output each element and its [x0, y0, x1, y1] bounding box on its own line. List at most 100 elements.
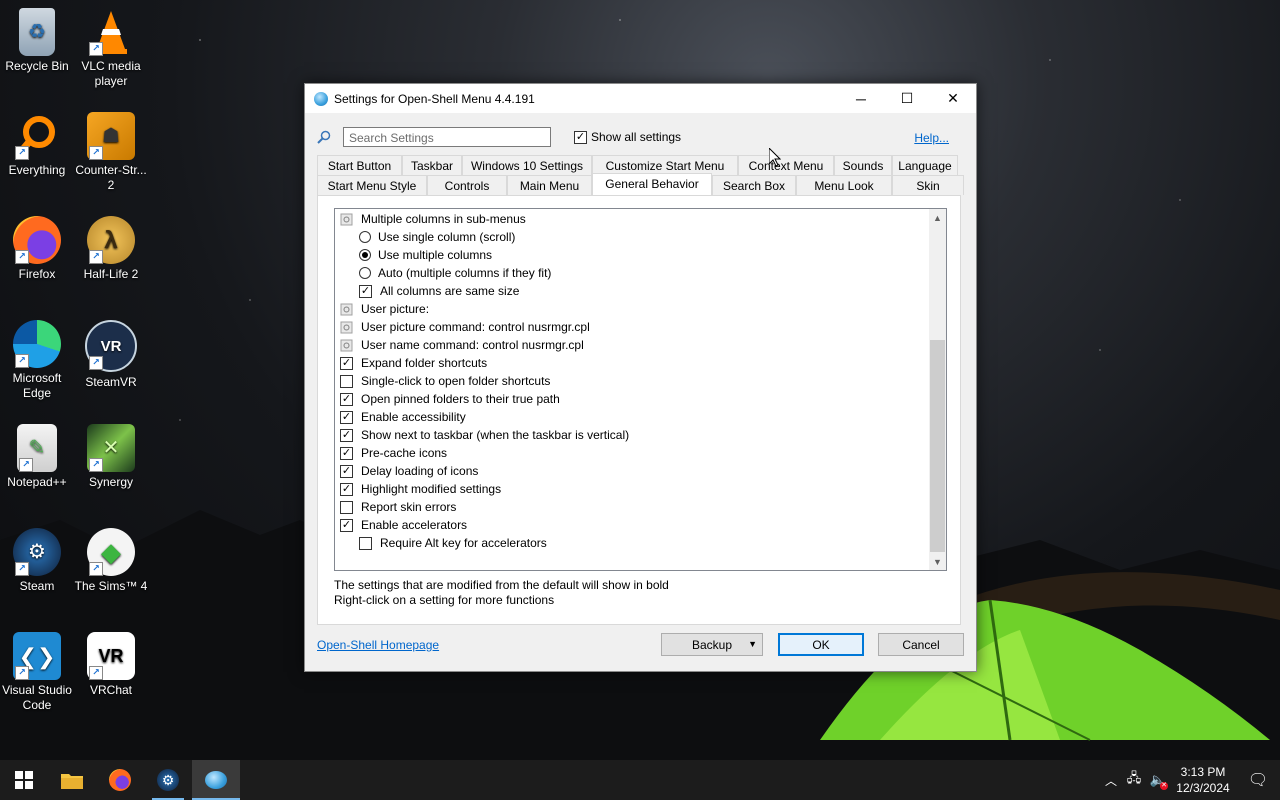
tab-customize-start-menu[interactable]: Customize Start Menu [592, 155, 738, 175]
checkbox-checked[interactable]: ✓ [574, 130, 587, 144]
close-button[interactable]: ✕ [930, 84, 976, 113]
tab-main-menu[interactable]: Main Menu [507, 175, 592, 195]
tab-start-button[interactable]: Start Button [317, 155, 402, 175]
minimize-button[interactable]: ─ [838, 84, 884, 113]
radio-unselected[interactable] [359, 267, 371, 279]
desktop-icon-recycle-bin[interactable]: ♻ Recycle Bin [0, 8, 74, 74]
radio-unselected[interactable] [359, 231, 371, 243]
desktop-icon-notepadpp[interactable]: ✎ ↗ Notepad++ [0, 424, 74, 490]
search-input[interactable]: Search Settings [343, 127, 551, 147]
title-bar[interactable]: Settings for Open-Shell Menu 4.4.191 ─ ☐… [305, 84, 976, 113]
maximize-button[interactable]: ☐ [884, 84, 930, 113]
checkbox-checked[interactable]: ✓ [359, 284, 372, 298]
desktop-icon-edge[interactable]: ↗ Microsoft Edge [0, 320, 74, 401]
setting-enable-accelerators[interactable]: ✓ Enable accelerators [340, 516, 467, 534]
checkbox-checked[interactable]: ✓ [340, 428, 353, 442]
desktop-icon-sims4[interactable]: ◆ ↗ The Sims™ 4 [74, 528, 148, 594]
setting-expand-folder-shortcuts[interactable]: ✓ Expand folder shortcuts [340, 354, 487, 372]
setting-user-picture[interactable]: User picture: [340, 300, 429, 318]
scroll-down-arrow-icon[interactable]: ▼ [929, 553, 946, 570]
checkbox-unchecked[interactable] [340, 374, 353, 388]
checkbox-unchecked[interactable] [340, 500, 353, 514]
shortcut-arrow-icon: ↗ [19, 458, 33, 472]
settings-tree[interactable]: Multiple columns in sub-menus Use single … [334, 208, 947, 571]
taskbar-file-explorer[interactable] [48, 760, 96, 800]
volume-muted-icon[interactable]: 🔈 ✕ [1146, 772, 1170, 790]
setting-multiple-columns-in-sub-menus[interactable]: Multiple columns in sub-menus [340, 210, 526, 228]
vertical-scrollbar[interactable]: ▲ ▼ [929, 209, 946, 570]
cancel-button[interactable]: Cancel [878, 633, 964, 656]
setting-enable-accessibility[interactable]: ✓ Enable accessibility [340, 408, 466, 426]
desktop-icon-vrchat[interactable]: VR ↗ VRChat [74, 632, 148, 698]
tab-skin[interactable]: Skin [892, 175, 964, 195]
vscode-icon: ❮❯ ↗ [13, 632, 61, 680]
tab-context-menu[interactable]: Context Menu [738, 155, 834, 175]
radio-selected[interactable] [359, 249, 371, 261]
icon-label: VLC media player [81, 59, 141, 88]
checkbox-checked[interactable]: ✓ [340, 518, 353, 532]
show-all-settings-checkbox[interactable]: ✓ Show all settings [574, 130, 681, 144]
setting-use-multiple-columns[interactable]: Use multiple columns [359, 246, 492, 264]
firefox-icon: ↗ [13, 216, 61, 264]
checkbox-checked[interactable]: ✓ [340, 410, 353, 424]
checkbox-checked[interactable]: ✓ [340, 356, 353, 370]
backup-button[interactable]: Backup ▼ [661, 633, 763, 656]
tab-sounds[interactable]: Sounds [834, 155, 892, 175]
taskbar-open-shell-settings[interactable] [192, 760, 240, 800]
tab-start-menu-style[interactable]: Start Menu Style [317, 175, 427, 195]
checkbox-checked[interactable]: ✓ [340, 482, 353, 496]
checkbox-checked[interactable]: ✓ [340, 464, 353, 478]
scroll-up-arrow-icon[interactable]: ▲ [929, 209, 946, 226]
action-center-icon[interactable]: 🗨 [1236, 770, 1280, 790]
start-button[interactable] [0, 760, 48, 800]
checkbox-checked[interactable]: ✓ [340, 392, 353, 406]
setting-all-columns-are-same-size[interactable]: ✓ All columns are same size [359, 282, 519, 300]
tab-controls[interactable]: Controls [427, 175, 507, 195]
setting-report-skin-errors[interactable]: Report skin errors [340, 498, 456, 516]
setting-highlight-modified-settings[interactable]: ✓ Highlight modified settings [340, 480, 501, 498]
minimize-icon: ─ [856, 90, 866, 107]
taskbar-firefox[interactable] [96, 760, 144, 800]
setting-label: Open pinned folders to their true path [361, 392, 560, 406]
desktop-icon-cs2[interactable]: ☗ ↗ Counter-Str... 2 [74, 112, 148, 193]
setting-user-picture-command-control-nusrmgr-cpl[interactable]: User picture command: control nusrmgr.cp… [340, 318, 590, 336]
desktop-icon-everything[interactable]: ↗ Everything [0, 112, 74, 178]
scrollbar-thumb[interactable] [930, 340, 945, 552]
network-icon[interactable]: 🖧 [1122, 769, 1146, 791]
setting-open-pinned-folders-to-their-true-path[interactable]: ✓ Open pinned folders to their true path [340, 390, 560, 408]
show-hidden-icons-chevron-icon[interactable]: ︿ [1100, 772, 1122, 789]
help-link[interactable]: Help... [914, 131, 949, 145]
desktop-icon-synergy[interactable]: ✕ ↗ Synergy [74, 424, 148, 490]
setting-single-click-to-open-folder-shortcuts[interactable]: Single-click to open folder shortcuts [340, 372, 550, 390]
setting-label: Delay loading of icons [361, 464, 479, 478]
checkbox-checked[interactable]: ✓ [340, 446, 353, 460]
setting-show-next-to-taskbar-when-the-taskbar-is-vertical[interactable]: ✓ Show next to taskbar (when the taskbar … [340, 426, 629, 444]
open-shell-icon [205, 771, 227, 789]
desktop-icon-half-life-2[interactable]: λ ↗ Half-Life 2 [74, 216, 148, 282]
tab-general-behavior[interactable]: General Behavior [592, 173, 712, 195]
tab-menu-look[interactable]: Menu Look [796, 175, 892, 195]
desktop-icon-firefox[interactable]: ↗ Firefox [0, 216, 74, 282]
desktop-icon-vlc[interactable]: ↗ VLC media player [74, 8, 148, 89]
tab-search-box[interactable]: Search Box [712, 175, 796, 195]
setting-delay-loading-of-icons[interactable]: ✓ Delay loading of icons [340, 462, 478, 480]
desktop-icon-steamvr[interactable]: VR ↗ SteamVR [74, 320, 148, 390]
ok-button[interactable]: OK [778, 633, 864, 656]
setting-user-name-command-control-nusrmgr-cpl[interactable]: User name command: control nusrmgr.cpl [340, 336, 584, 354]
setting-auto-multiple-columns-if-they-fit[interactable]: Auto (multiple columns if they fit) [359, 264, 551, 282]
steam-icon: ⚙ [157, 769, 179, 791]
desktop-icon-vscode[interactable]: ❮❯ ↗ Visual Studio Code [0, 632, 74, 713]
open-shell-homepage-link[interactable]: Open-Shell Homepage [317, 638, 439, 652]
setting-pre-cache-icons[interactable]: ✓ Pre-cache icons [340, 444, 447, 462]
setting-use-single-column-scroll[interactable]: Use single column (scroll) [359, 228, 515, 246]
taskbar-clock[interactable]: 3:13 PM 12/3/2024 [1170, 764, 1236, 796]
tab-windows-10-settings[interactable]: Windows 10 Settings [462, 155, 592, 175]
taskbar: ⚙ ︿ 🖧 🔈 ✕ 3:13 PM 12/3/2024 🗨 [0, 760, 1280, 800]
taskbar-steam[interactable]: ⚙ [144, 760, 192, 800]
desktop-icon-steam[interactable]: ⚙ ↗ Steam [0, 528, 74, 594]
tab-language[interactable]: Language [892, 155, 958, 175]
dialog-title: Settings for Open-Shell Menu 4.4.191 [334, 91, 535, 106]
setting-require-alt-key-for-accelerators[interactable]: Require Alt key for accelerators [359, 534, 547, 552]
tab-taskbar[interactable]: Taskbar [402, 155, 462, 175]
checkbox-unchecked[interactable] [359, 536, 372, 550]
